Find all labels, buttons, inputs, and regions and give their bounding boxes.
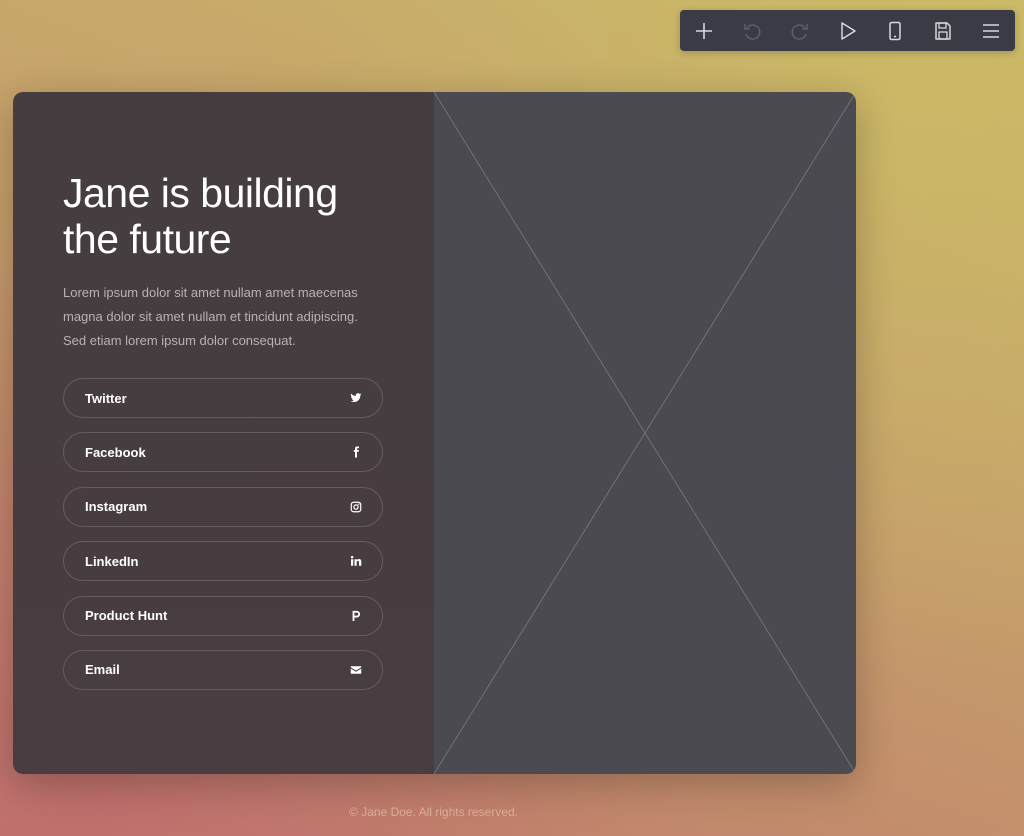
undo-button[interactable] — [728, 10, 776, 51]
linkedin-link-button[interactable]: LinkedIn — [63, 541, 383, 582]
link-list: Twitter Facebook Instagram LinkedIn Prod… — [63, 378, 383, 704]
placeholder-cross-icon — [434, 92, 856, 774]
redo-button[interactable] — [776, 10, 824, 51]
footer-copyright: © Jane Doe. All rights reserved. — [349, 805, 518, 819]
twitter-icon — [350, 392, 362, 404]
menu-icon — [983, 23, 1000, 38]
plus-icon — [695, 22, 712, 39]
mobile-icon — [889, 21, 902, 40]
mobile-view-button[interactable] — [871, 10, 919, 51]
menu-button[interactable] — [967, 10, 1015, 51]
link-label: Email — [85, 662, 120, 678]
play-icon — [840, 21, 856, 40]
page-title: Jane is building the future — [63, 170, 338, 262]
save-icon — [935, 21, 951, 40]
link-label: Twitter — [85, 390, 127, 406]
link-label: Instagram — [85, 499, 148, 515]
description-text: Lorem ipsum dolor sit amet nullam amet m… — [63, 285, 358, 348]
save-button[interactable] — [919, 10, 967, 51]
editor-toolbar — [680, 10, 1015, 51]
linkedin-icon — [350, 555, 362, 567]
product-hunt-link-button[interactable]: Product Hunt — [63, 595, 383, 636]
profile-card: Jane is building the future Lorem ipsum … — [13, 92, 856, 774]
content-panel: Jane is building the future Lorem ipsum … — [13, 92, 434, 774]
add-button[interactable] — [680, 10, 728, 51]
link-label: Facebook — [85, 444, 146, 460]
facebook-icon — [350, 446, 362, 458]
envelope-icon — [350, 664, 362, 676]
instagram-link-button[interactable]: Instagram — [63, 486, 383, 527]
product-hunt-icon — [350, 610, 362, 622]
preview-button[interactable] — [824, 10, 872, 51]
image-placeholder — [434, 92, 856, 774]
instagram-icon — [350, 501, 362, 513]
link-label: Product Hunt — [85, 608, 168, 624]
redo-icon — [791, 23, 808, 40]
facebook-link-button[interactable]: Facebook — [63, 432, 383, 473]
link-label: LinkedIn — [85, 553, 139, 569]
email-link-button[interactable]: Email — [63, 649, 383, 690]
twitter-link-button[interactable]: Twitter — [63, 378, 383, 418]
undo-icon — [743, 23, 761, 40]
